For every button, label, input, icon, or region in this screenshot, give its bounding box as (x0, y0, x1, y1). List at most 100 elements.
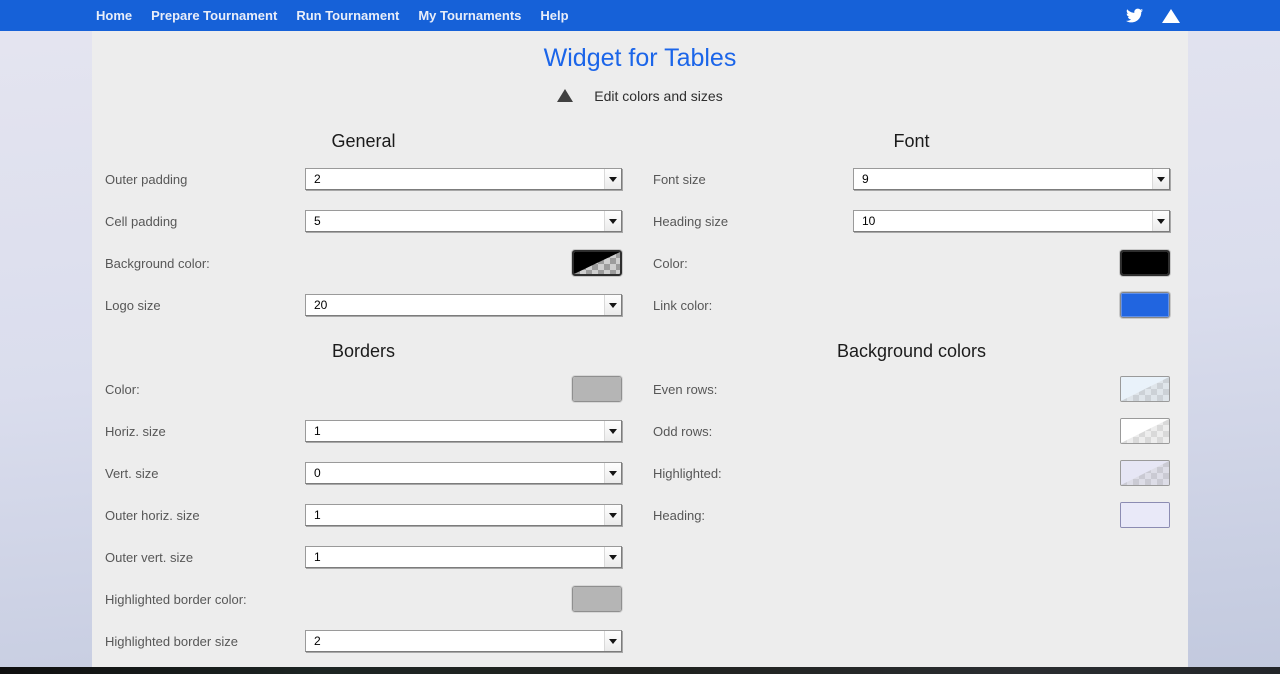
bottom-window-edge (0, 667, 1280, 674)
background-color-label: Background color: (105, 256, 305, 271)
row-highlighted-border-size: Highlighted border size 2 (105, 620, 622, 662)
twitter-icon[interactable] (1124, 7, 1145, 24)
logo-size-value: 20 (306, 295, 604, 315)
section-heading-general: General (105, 130, 622, 152)
horiz-size-label: Horiz. size (105, 424, 305, 439)
logo-size-select[interactable]: 20 (305, 294, 622, 316)
even-rows-color-swatch[interactable] (1120, 376, 1170, 402)
chevron-down-icon (609, 555, 617, 560)
horiz-size-select[interactable]: 1 (305, 420, 622, 442)
outer-vert-size-value: 1 (306, 547, 604, 567)
row-heading-bg: Heading: (653, 494, 1170, 536)
row-background-color: Background color: (105, 242, 622, 284)
chevron-down-icon (609, 429, 617, 434)
dropdown-button (1152, 169, 1169, 189)
row-outer-padding: Outer padding 2 (105, 158, 622, 200)
highlighted-bg-color-swatch[interactable] (1120, 460, 1170, 486)
cell-padding-label: Cell padding (105, 214, 305, 229)
outer-vert-size-select[interactable]: 1 (305, 546, 622, 568)
top-nav-bar: Home Prepare Tournament Run Tournament M… (0, 0, 1280, 31)
section-heading-background-colors: Background colors (653, 340, 1170, 362)
outer-padding-select[interactable]: 2 (305, 168, 622, 190)
row-outer-vert-size: Outer vert. size 1 (105, 536, 622, 578)
nav-menu: Home Prepare Tournament Run Tournament M… (96, 8, 569, 23)
chevron-down-icon (609, 303, 617, 308)
nav-item-help[interactable]: Help (540, 8, 568, 23)
row-heading-size: Heading size 10 (653, 200, 1170, 242)
chevron-down-icon (609, 513, 617, 518)
row-highlighted-border-color: Highlighted border color: (105, 578, 622, 620)
row-font-size: Font size 9 (653, 158, 1170, 200)
left-column: General Outer padding 2 Cell padding 5 (92, 130, 640, 662)
page-title: Widget for Tables (92, 43, 1188, 74)
heading-bg-color-swatch[interactable] (1120, 502, 1170, 528)
font-size-value: 9 (854, 169, 1152, 189)
section-heading-font: Font (653, 130, 1170, 152)
outer-padding-label: Outer padding (105, 172, 305, 187)
nav-item-my-tournaments[interactable]: My Tournaments (418, 8, 521, 23)
heading-bg-label: Heading: (653, 508, 853, 523)
dropdown-button (604, 547, 621, 567)
settings-columns: General Outer padding 2 Cell padding 5 (92, 130, 1188, 662)
font-color-label: Color: (653, 256, 853, 271)
chevron-down-icon (609, 471, 617, 476)
highlighted-bg-label: Highlighted: (653, 466, 853, 481)
vert-size-select[interactable]: 0 (305, 462, 622, 484)
font-size-select[interactable]: 9 (853, 168, 1170, 190)
link-color-swatch[interactable] (1120, 292, 1170, 318)
row-border-color: Color: (105, 368, 622, 410)
nav-right-icons (1124, 7, 1180, 24)
dropdown-button (604, 505, 621, 525)
row-vert-size: Vert. size 0 (105, 452, 622, 494)
dropdown-button (1152, 211, 1169, 231)
settings-panel: Widget for Tables Edit colors and sizes … (92, 31, 1188, 668)
outer-horiz-size-label: Outer horiz. size (105, 508, 305, 523)
collapse-triangle-icon (557, 89, 573, 102)
row-link-color: Link color: (653, 284, 1170, 326)
heading-size-select[interactable]: 10 (853, 210, 1170, 232)
vert-size-label: Vert. size (105, 466, 305, 481)
chevron-down-icon (609, 177, 617, 182)
font-size-label: Font size (653, 172, 853, 187)
dropdown-button (604, 295, 621, 315)
background-color-swatch[interactable] (572, 250, 622, 276)
nav-item-prepare-tournament[interactable]: Prepare Tournament (151, 8, 277, 23)
dropdown-button (604, 463, 621, 483)
outer-horiz-size-select[interactable]: 1 (305, 504, 622, 526)
highlighted-border-color-label: Highlighted border color: (105, 592, 305, 607)
outer-vert-size-label: Outer vert. size (105, 550, 305, 565)
chevron-down-icon (609, 639, 617, 644)
border-color-swatch[interactable] (572, 376, 622, 402)
odd-rows-label: Odd rows: (653, 424, 853, 439)
triangle-up-icon[interactable] (1162, 9, 1180, 23)
outer-horiz-size-value: 1 (306, 505, 604, 525)
row-horiz-size: Horiz. size 1 (105, 410, 622, 452)
heading-size-label: Heading size (653, 214, 853, 229)
nav-item-run-tournament[interactable]: Run Tournament (296, 8, 399, 23)
edit-colors-toggle[interactable]: Edit colors and sizes (92, 86, 1188, 105)
row-highlighted-bg: Highlighted: (653, 452, 1170, 494)
font-color-swatch[interactable] (1120, 250, 1170, 276)
cell-padding-value: 5 (306, 211, 604, 231)
chevron-down-icon (1157, 219, 1165, 224)
dropdown-button (604, 169, 621, 189)
horiz-size-value: 1 (306, 421, 604, 441)
row-even-rows: Even rows: (653, 368, 1170, 410)
row-odd-rows: Odd rows: (653, 410, 1170, 452)
toggle-label: Edit colors and sizes (594, 88, 722, 104)
section-heading-borders: Borders (105, 340, 622, 362)
odd-rows-color-swatch[interactable] (1120, 418, 1170, 444)
vert-size-value: 0 (306, 463, 604, 483)
outer-padding-value: 2 (306, 169, 604, 189)
dropdown-button (604, 631, 621, 651)
dropdown-button (604, 421, 621, 441)
nav-item-home[interactable]: Home (96, 8, 132, 23)
right-column: Font Font size 9 Heading size 10 (640, 130, 1188, 662)
highlighted-border-color-swatch[interactable] (572, 586, 622, 612)
cell-padding-select[interactable]: 5 (305, 210, 622, 232)
row-outer-horiz-size: Outer horiz. size 1 (105, 494, 622, 536)
dropdown-button (604, 211, 621, 231)
chevron-down-icon (1157, 177, 1165, 182)
highlighted-border-size-select[interactable]: 2 (305, 630, 622, 652)
chevron-down-icon (609, 219, 617, 224)
